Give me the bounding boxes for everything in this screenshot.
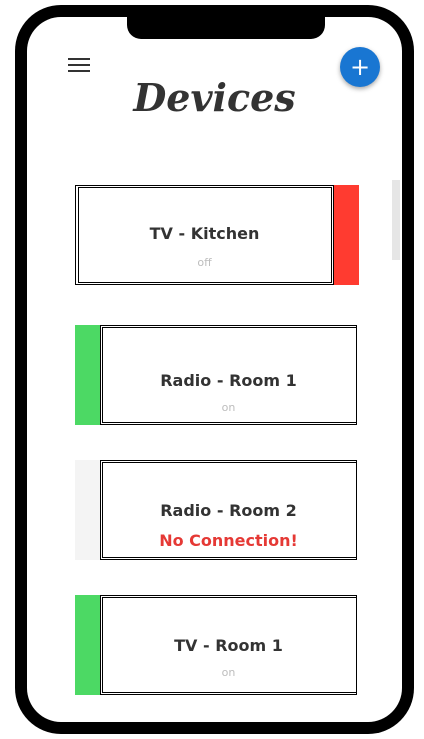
device-status: on (221, 401, 236, 414)
device-name: TV - Kitchen (149, 224, 260, 243)
device-name: Radio - Room 1 (160, 371, 297, 390)
device-name: Radio - Room 2 (160, 501, 297, 520)
device-status-indicator (75, 325, 100, 425)
phone-notch (127, 17, 325, 39)
device-card-body: TV - Kitchen off (75, 185, 334, 285)
device-status-indicator (75, 595, 100, 695)
device-card-radio-room-2[interactable]: Radio - Room 2 No Connection! (75, 460, 357, 560)
phone-frame: + Devices TV - Kitchen off Radio - Room … (15, 5, 414, 734)
hamburger-menu-icon[interactable] (68, 58, 90, 76)
device-card-body: Radio - Room 2 No Connection! (100, 460, 357, 560)
device-status: on (221, 666, 236, 679)
device-status-indicator (334, 185, 359, 285)
device-status-error: No Connection! (159, 531, 298, 550)
app-screen: + Devices TV - Kitchen off Radio - Room … (27, 17, 402, 722)
device-card-radio-room-1[interactable]: Radio - Room 1 on (75, 325, 357, 425)
device-card-tv-kitchen[interactable]: TV - Kitchen off (75, 185, 359, 285)
device-card-body: Radio - Room 1 on (100, 325, 357, 425)
page-title: Devices (133, 75, 296, 120)
device-name: TV - Room 1 (174, 636, 283, 655)
device-status: off (197, 256, 212, 269)
scrollbar[interactable] (392, 180, 400, 722)
scrollbar-thumb[interactable] (392, 180, 400, 260)
device-card-tv-room-1[interactable]: TV - Room 1 on (75, 595, 357, 695)
device-status-indicator (75, 460, 100, 560)
device-card-body: TV - Room 1 on (100, 595, 357, 695)
